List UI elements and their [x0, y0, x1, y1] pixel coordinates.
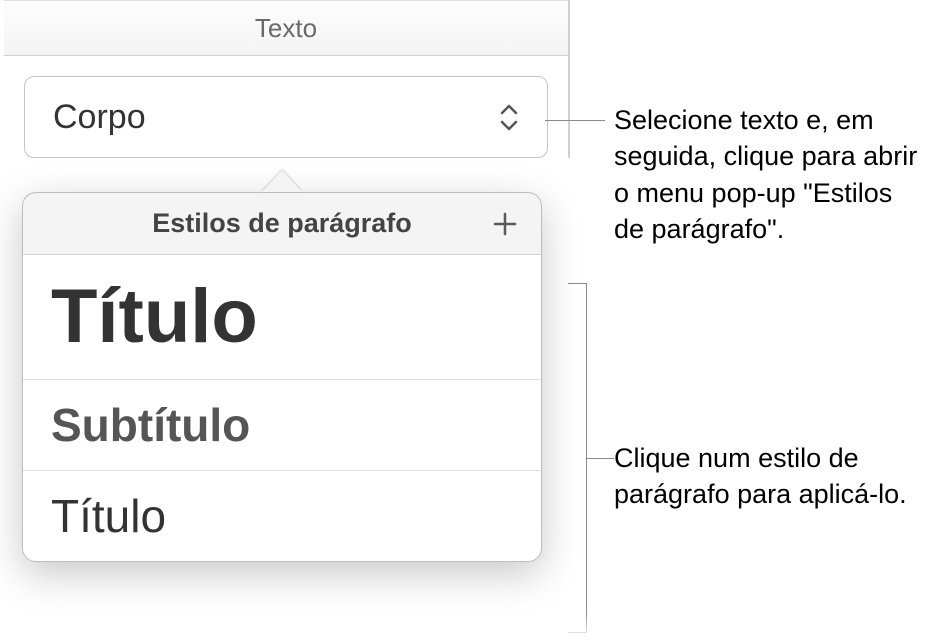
style-item-title[interactable]: Título [23, 255, 541, 380]
callout-text: Clique num estilo de parágrafo para apli… [614, 440, 934, 513]
chevron-updown-icon [499, 104, 519, 131]
popover-title: Estilos de parágrafo [152, 208, 412, 239]
panel-title: Texto [255, 13, 317, 44]
panel-header: Texto [4, 0, 568, 56]
callout-label: Selecione texto e, em seguida, clique pa… [614, 105, 917, 244]
callout-text: Selecione texto e, em seguida, clique pa… [614, 102, 924, 248]
text-format-panel: Texto Corpo [4, 0, 570, 158]
paragraph-styles-popover: Estilos de parágrafo Título Subtítulo Tí… [22, 192, 542, 562]
style-item-heading[interactable]: Título [23, 471, 541, 561]
popover-header: Estilos de parágrafo [23, 193, 541, 255]
add-style-button[interactable] [487, 206, 523, 242]
style-item-label: Subtítulo [51, 399, 250, 451]
plus-icon [492, 211, 518, 237]
callout-label: Clique num estilo de parágrafo para apli… [614, 443, 907, 509]
style-item-label: Título [51, 274, 258, 359]
popover-arrow [262, 170, 302, 192]
style-item-label: Título [51, 490, 166, 542]
callout-connector [545, 120, 605, 121]
fade-overlay [0, 611, 937, 641]
paragraph-style-select[interactable]: Corpo [24, 76, 548, 158]
paragraph-style-current: Corpo [53, 98, 146, 137]
style-list: Título Subtítulo Título [23, 255, 541, 561]
callout-bracket [568, 283, 608, 633]
style-item-subtitle[interactable]: Subtítulo [23, 380, 541, 471]
